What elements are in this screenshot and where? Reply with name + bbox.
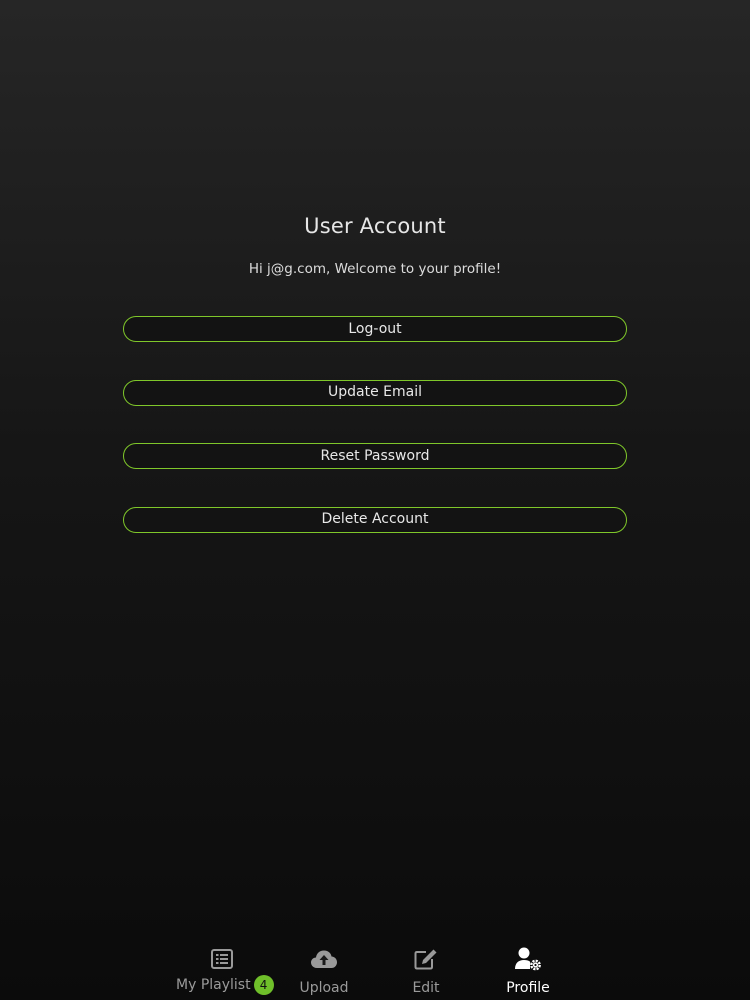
reset-password-button[interactable]: Reset Password (123, 443, 627, 469)
delete-account-button[interactable]: Delete Account (123, 506, 627, 533)
update-email-button[interactable]: Update Email (123, 379, 627, 406)
page-title: User Account (304, 214, 446, 238)
tab-label-upload: Upload (299, 980, 349, 996)
tab-my-playlist[interactable]: My Playlist 4 (172, 940, 274, 1000)
account-actions: Log-out Update Email Reset Password Dele… (123, 316, 627, 570)
cloud-upload-icon (274, 946, 374, 972)
user-cog-icon (478, 946, 578, 972)
tab-profile[interactable]: Profile (478, 940, 578, 1000)
tab-label-profile: Profile (506, 980, 550, 996)
tab-edit[interactable]: Edit (376, 940, 476, 1000)
list-icon (172, 946, 272, 972)
edit-icon (376, 946, 476, 972)
logout-button[interactable]: Log-out (123, 316, 627, 342)
welcome-message: Hi j@g.com, Welcome to your profile! (248, 261, 502, 277)
playlist-count-badge: 4 (253, 975, 274, 995)
tab-label-my-playlist: My Playlist (176, 977, 251, 993)
tab-label-edit: Edit (412, 980, 440, 996)
bottom-tab-bar: My Playlist 4 Upload Edit Profile (0, 940, 750, 1000)
tab-upload[interactable]: Upload (274, 940, 374, 1000)
